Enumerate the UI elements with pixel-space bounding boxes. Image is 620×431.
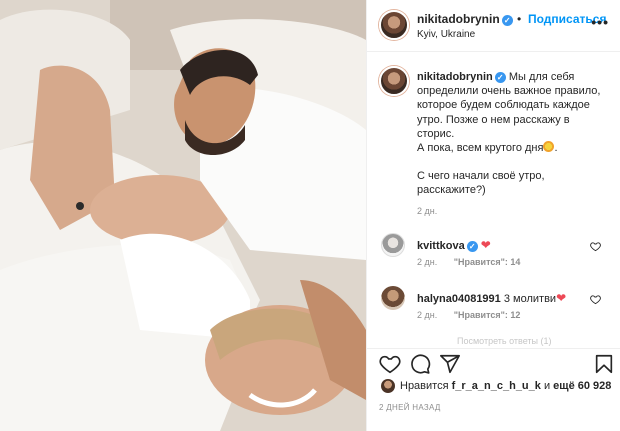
comment-meta: 2 дн. "Нравится": 14: [417, 257, 534, 267]
liker-username[interactable]: f_r_a_n_c_h_u_k: [452, 380, 541, 392]
heart-icon[interactable]: [590, 241, 601, 252]
share-icon[interactable]: [439, 353, 461, 375]
caption-line-2: А пока, всем крутого дня: [417, 142, 544, 155]
verified-icon: ✓: [466, 241, 478, 252]
comment-icon[interactable]: [409, 353, 431, 375]
verified-icon: ✓: [501, 15, 513, 26]
comment-avatar[interactable]: [381, 233, 405, 257]
liker-avatar[interactable]: [381, 379, 395, 393]
comment-text: kvittkova ✓ ❤: [417, 238, 491, 252]
comment-username[interactable]: halyna04081991: [417, 293, 501, 305]
sun-emoji-icon: [543, 141, 555, 153]
comment-body: 3 молитви: [503, 293, 557, 305]
comment-item: kvittkova ✓ ❤ 2 дн. "Нравится": 14: [367, 233, 620, 277]
likes-text: Нравится f_r_a_n_c_h_u_k и ещё 60 928: [400, 380, 612, 392]
post-location[interactable]: Kyiv, Ukraine: [417, 29, 475, 40]
caption-line-3: С чего начали своё утро, расскажите?): [417, 170, 545, 197]
comment-avatar[interactable]: [381, 286, 405, 310]
comment-text: halyna04081991 3 молитви❤: [417, 291, 566, 305]
verified-icon: ✓: [494, 72, 506, 83]
comment-time[interactable]: 2 дн.: [417, 310, 437, 320]
photo-illustration: [0, 0, 366, 431]
post-header: nikitadobrynin ✓ • Подписаться Kyiv, Ukra…: [367, 0, 620, 52]
heart-icon[interactable]: [590, 294, 601, 305]
caption-username[interactable]: nikitadobrynin ✓: [417, 71, 506, 83]
comment-likes[interactable]: "Нравится": 14: [454, 257, 521, 267]
likes-count[interactable]: ещё 60 928: [553, 380, 611, 392]
post-panel: nikitadobrynin ✓ • Подписаться Kyiv, Ukra…: [366, 0, 620, 431]
comment-time[interactable]: 2 дн.: [417, 257, 437, 267]
comment-likes[interactable]: "Нравится": 12: [454, 310, 521, 320]
caption-time[interactable]: 2 дн.: [417, 206, 437, 216]
author-avatar[interactable]: [379, 10, 409, 40]
post-photo[interactable]: [0, 0, 366, 431]
view-replies-link[interactable]: Посмотреть ответы (1): [457, 336, 552, 346]
caption-trailing: .: [554, 142, 558, 155]
comment-username[interactable]: kvittkova ✓: [417, 240, 478, 252]
comment-meta: 2 дн. "Нравится": 12: [417, 310, 534, 320]
separator-dot: •: [517, 12, 522, 26]
post-date[interactable]: 2 ДНЕЙ НАЗАД: [379, 403, 441, 412]
action-bar: [367, 348, 620, 376]
comment-item: halyna04081991 3 молитви❤ 2 дн. "Нравитс…: [367, 286, 620, 330]
heart-icon[interactable]: [379, 353, 401, 375]
bookmark-icon[interactable]: [593, 353, 615, 375]
caption-text: nikitadobrynin ✓ Мы для себя определили о…: [417, 70, 607, 198]
likes-summary: Нравится f_r_a_n_c_h_u_k и ещё 60 928: [379, 378, 619, 396]
red-heart-emoji: ❤: [556, 291, 567, 305]
author-username[interactable]: nikitadobrynin ✓: [417, 12, 513, 26]
more-icon[interactable]: •••: [591, 14, 609, 30]
red-heart-emoji: ❤: [480, 238, 491, 252]
caption-avatar[interactable]: [379, 66, 409, 96]
